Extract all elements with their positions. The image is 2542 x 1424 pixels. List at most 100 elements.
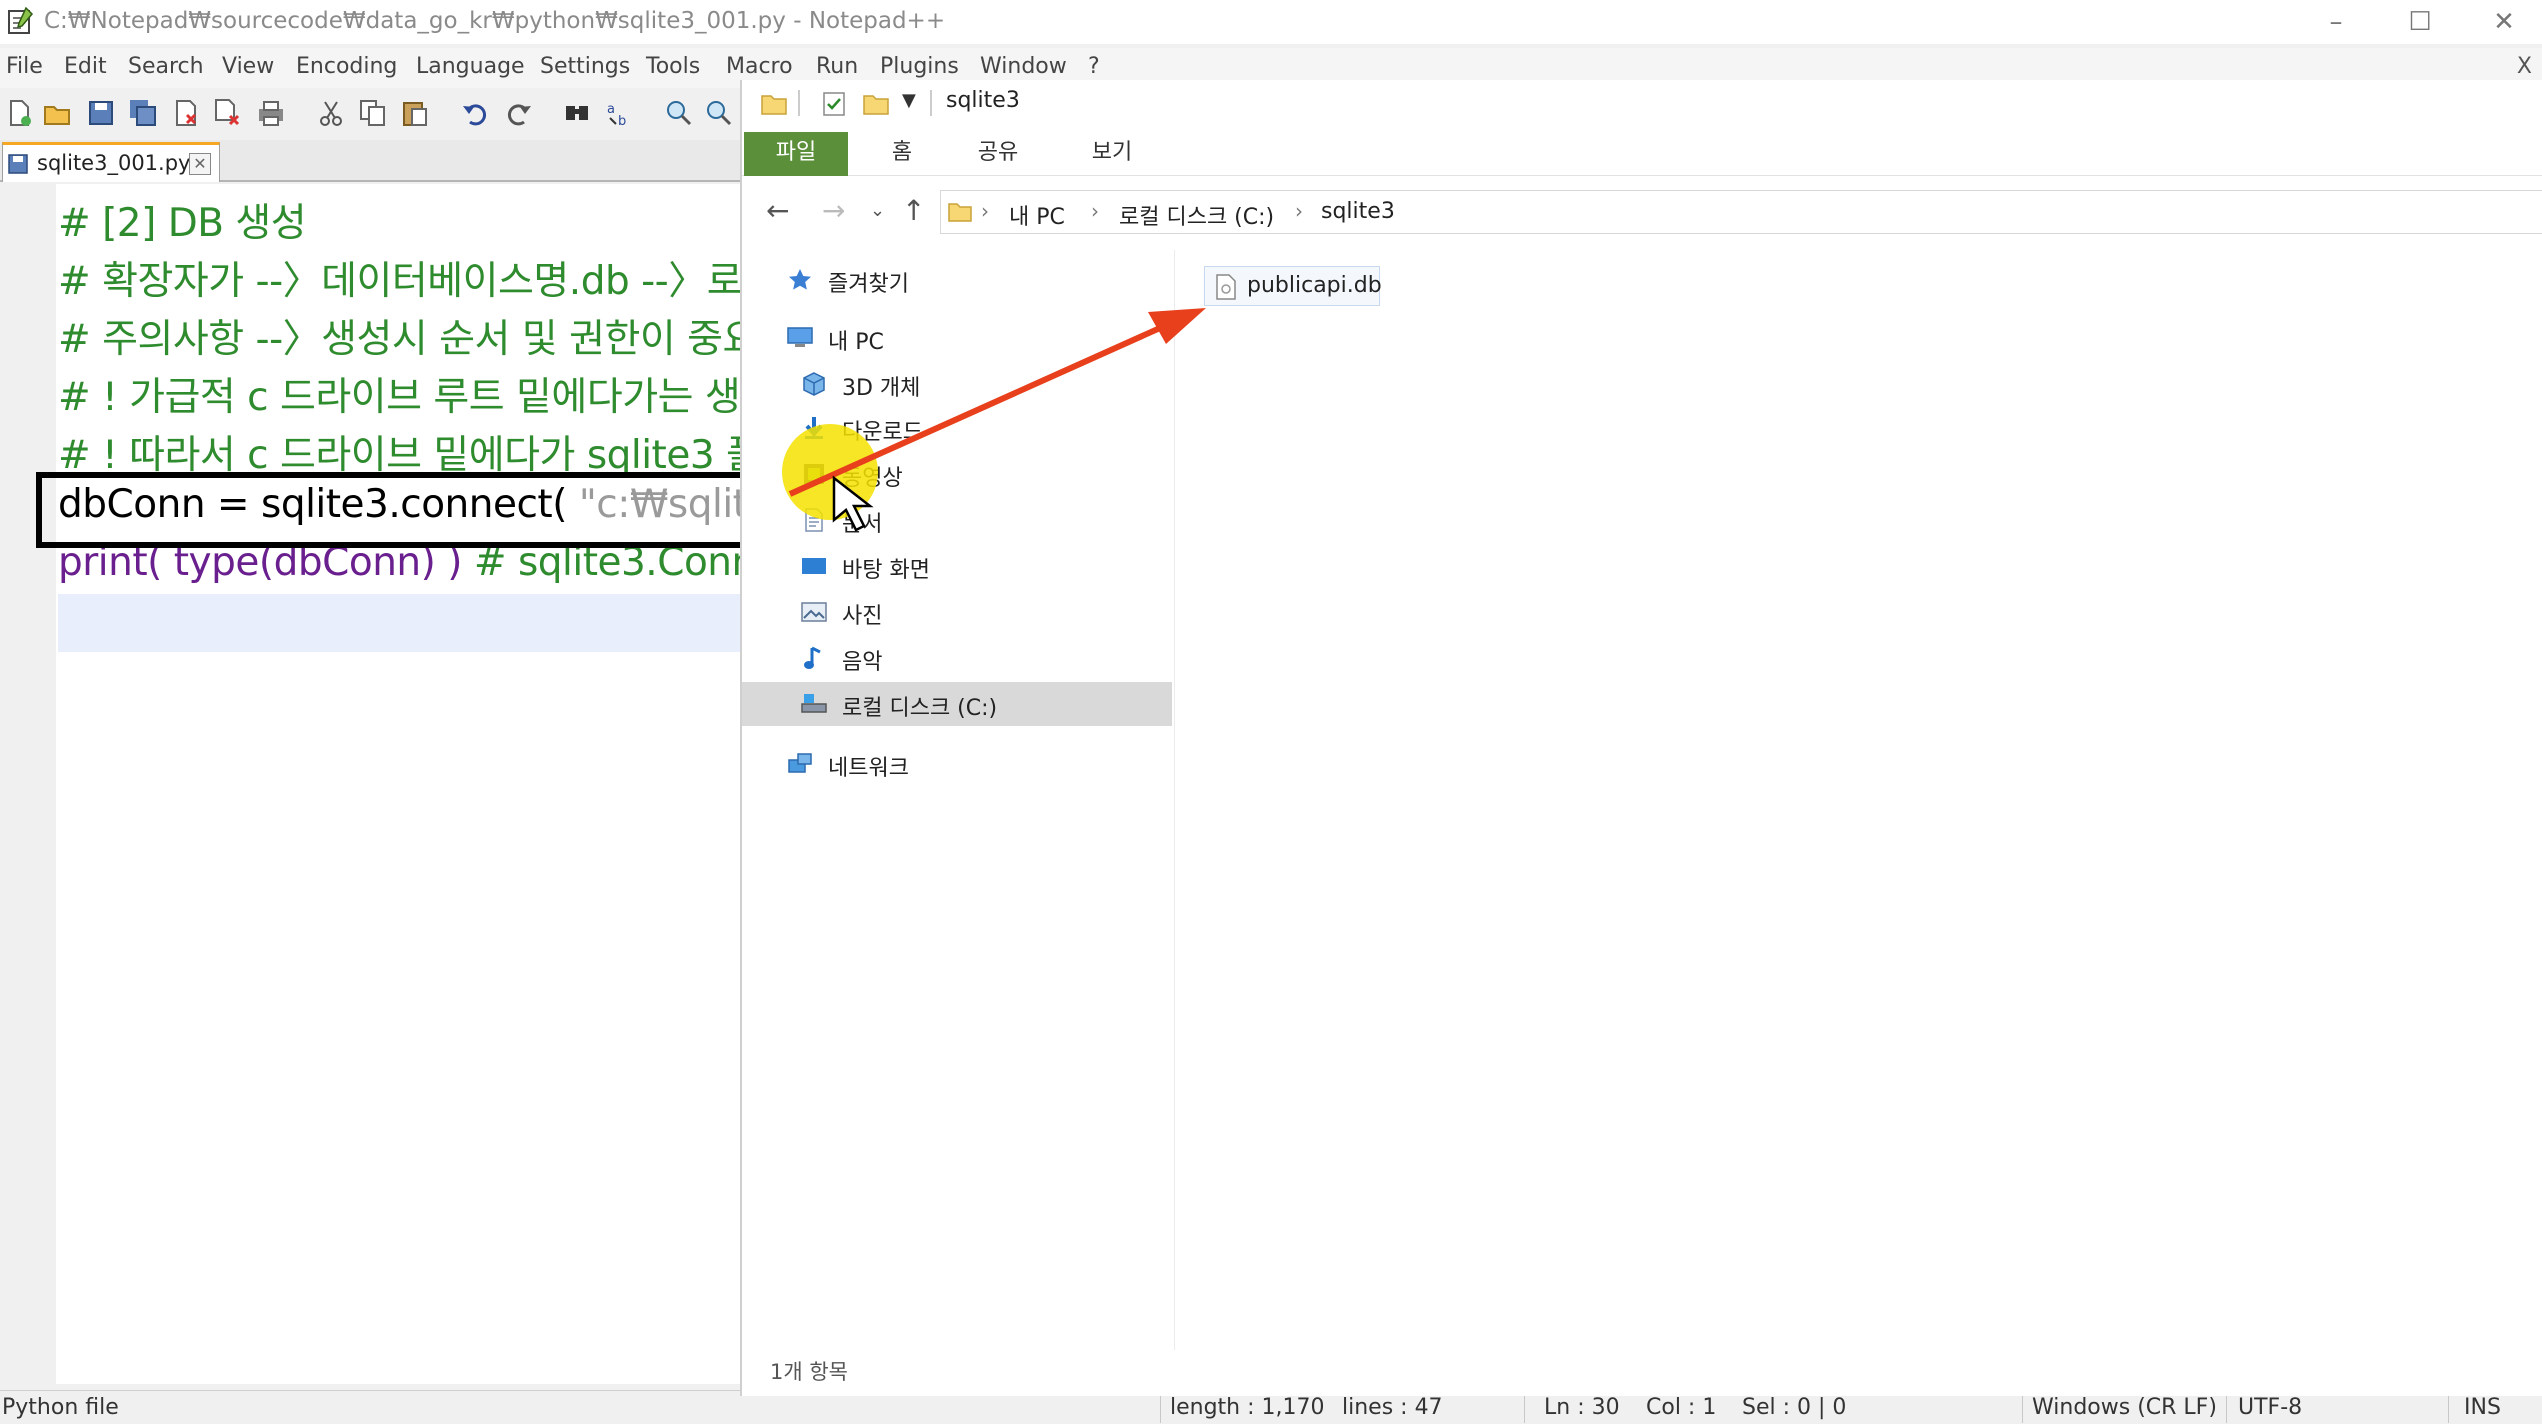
nav-item-pictures[interactable]: 사진 [742,592,1172,632]
nav-item-downloads[interactable]: 다운로드 [742,408,1172,448]
computer-icon [787,327,813,347]
close-button[interactable]: ✕ [2474,4,2534,40]
cut-icon[interactable] [316,98,346,128]
nav-item-this-pc[interactable]: 내 PC [742,318,1172,358]
nav-label: 바탕 화면 [842,558,930,583]
nav-item-documents[interactable]: 문서 [742,500,1172,540]
close-all-icon[interactable] [212,98,242,128]
menu-encoding[interactable]: Encoding [296,54,397,79]
breadcrumb-sqlite3[interactable]: sqlite3 [1321,199,1395,224]
save-all-icon[interactable] [128,98,158,128]
nav-item-local-disk[interactable]: 로컬 디스크 (C:) [742,682,1172,726]
network-icon [788,753,812,773]
address-bar-row: ← → ⌄ ↑ › 내 PC › 로컬 디스크 (C:) › sqlite3 [742,184,2542,240]
customize-qa-chevron-icon[interactable]: ▼ [902,90,916,111]
file-item-publicapi-db[interactable]: publicapi.db [1204,266,1382,306]
menu-language[interactable]: Language [416,54,525,79]
nav-item-desktop[interactable]: 바탕 화면 [742,546,1172,586]
document-icon [805,508,823,532]
nav-label: 내 PC [828,330,884,355]
pane-divider[interactable] [1174,250,1175,1350]
tab-file[interactable]: 파일 [744,132,848,176]
tab-view[interactable]: 보기 [1052,132,1172,176]
menu-plugins[interactable]: Plugins [880,54,959,79]
nav-item-3d-objects[interactable]: 3D 개체 [742,364,1172,404]
zoom-in-icon[interactable] [664,98,694,128]
svg-text:a: a [607,102,615,117]
breadcrumb-local-disk[interactable]: 로컬 디스크 (C:) [1119,199,1274,231]
code-editor[interactable]: # [2] DB 생성 # 확장자가 --〉데이터베이스명.db --〉로 # … [0,184,797,1384]
menu-tools[interactable]: Tools [646,54,700,79]
cube-icon [803,372,825,396]
menu-window[interactable]: Window [980,54,1067,79]
menu-run[interactable]: Run [816,54,858,79]
star-icon [789,269,811,290]
address-bar[interactable]: › 내 PC › 로컬 디스크 (C:) › sqlite3 [940,190,2542,234]
saved-file-icon [8,154,28,174]
minimize-button[interactable]: – [2306,4,2366,40]
picture-icon [801,602,827,622]
menu-help[interactable]: ? [1088,54,1100,79]
undo-icon[interactable] [460,98,490,128]
nav-label: 다운로드 [842,420,923,445]
nav-label: 즐겨찾기 [828,272,909,297]
nav-item-videos[interactable]: 동영상 [742,454,1172,494]
tab-share[interactable]: 공유 [948,132,1048,176]
menu-view[interactable]: View [222,54,274,79]
breadcrumb-chevron-icon[interactable]: › [1295,199,1303,223]
folder-icon [761,95,787,115]
breadcrumb-chevron-icon[interactable]: › [1091,199,1099,223]
menu-settings[interactable]: Settings [540,54,630,79]
close-file-icon[interactable] [170,98,200,128]
recent-locations-chevron-icon[interactable]: ⌄ [870,200,885,221]
status-separator [2448,1393,2449,1423]
status-lines: lines : 47 [1342,1395,1443,1420]
forward-arrow-icon[interactable]: → [822,194,845,227]
toolbar: ab [0,90,740,136]
tab-home[interactable]: 홈 [862,132,942,176]
menu-file[interactable]: File [6,54,43,79]
new-file-icon[interactable] [4,98,34,128]
qa-separator [930,90,932,116]
code-line-4: # ! 가급적 c 드라이브 루트 밑에다가는 생성 [58,375,776,420]
back-arrow-icon[interactable]: ← [766,194,789,227]
title-bar: C:₩Notepad₩sourcecode₩data_go_kr₩python₩… [0,0,2542,44]
up-arrow-icon[interactable]: ↑ [902,194,925,227]
file-name: publicapi.db [1247,273,1382,298]
properties-icon[interactable] [820,90,848,118]
notepad-app-icon [8,6,34,34]
redo-icon[interactable] [504,98,534,128]
find-icon[interactable] [562,98,592,128]
nav-item-music[interactable]: 음악 [742,638,1172,678]
menu-search[interactable]: Search [128,54,204,79]
database-file-icon [1216,274,1236,300]
open-file-icon[interactable] [42,98,72,128]
copy-icon[interactable] [358,98,388,128]
status-length: length : 1,170 [1170,1395,1325,1420]
print-icon[interactable] [256,98,286,128]
maximize-button[interactable]: ☐ [2390,4,2450,40]
breadcrumb-this-pc[interactable]: 내 PC [1009,199,1065,231]
nav-item-favorites[interactable]: 즐겨찾기 [742,260,1172,300]
breadcrumb-chevron-icon[interactable]: › [981,199,989,223]
status-sel: Sel : 0 | 0 [1742,1395,1847,1420]
replace-icon[interactable]: ab [604,98,634,128]
nav-item-network[interactable]: 네트워크 [742,744,1172,784]
new-folder-icon[interactable] [862,90,890,118]
tab-close-icon[interactable]: ✕ [189,153,211,175]
status-col: Col : 1 [1646,1395,1717,1420]
status-separator [1160,1393,1161,1423]
save-icon[interactable] [86,98,116,128]
menu-edit[interactable]: Edit [64,54,107,79]
menu-macro[interactable]: Macro [726,54,793,79]
paste-icon[interactable] [400,98,430,128]
status-separator [1524,1393,1525,1423]
close-document-icon[interactable]: X [2517,54,2532,79]
nav-label: 사진 [842,604,883,629]
tab-sqlite3-001[interactable]: sqlite3_001.py ✕ [2,142,220,182]
document-tab-bar: sqlite3_001.py ✕ [0,140,740,182]
status-filetype: Python file [2,1395,119,1420]
zoom-out-icon[interactable] [704,98,734,128]
desktop-icon [802,558,826,574]
status-eol: Windows (CR LF) [2032,1395,2217,1420]
